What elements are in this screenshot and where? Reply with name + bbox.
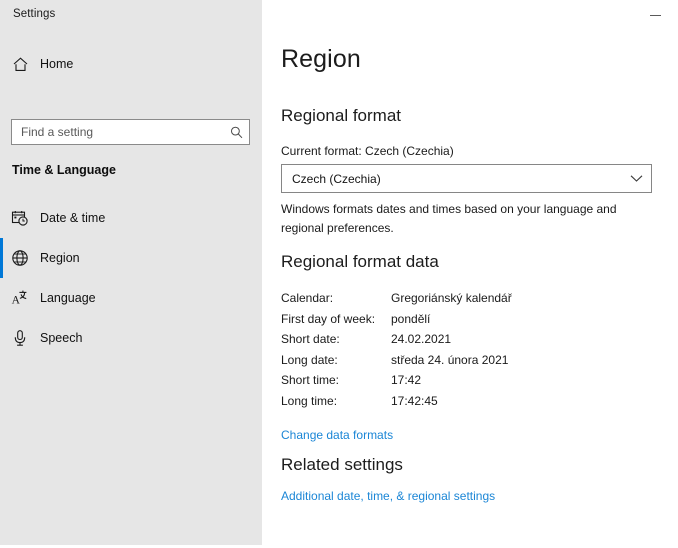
row-key: Short time: (281, 373, 340, 388)
table-row: Calendar: Gregoriánský kalendář (281, 288, 611, 309)
search-icon[interactable] (223, 125, 249, 140)
row-value: Gregoriánský kalendář (391, 291, 512, 306)
title-bar: Settings (0, 0, 678, 32)
chevron-down-icon (621, 174, 651, 183)
table-row: Long time: 17:42:45 (281, 391, 611, 412)
window-title: Settings (13, 8, 56, 20)
section-title-related-settings: Related settings (281, 455, 403, 474)
section-title-regional-format-data: Regional format data (281, 252, 439, 271)
settings-window: Settings Home Time & Language (0, 0, 678, 548)
section-title-regional-format: Regional format (281, 106, 402, 125)
regional-format-dropdown-value: Czech (Czechia) (292, 171, 381, 186)
sidebar-item-region[interactable]: Region (0, 238, 262, 278)
sidebar-item-region-label: Region (40, 251, 80, 265)
row-value: pondělí (391, 311, 431, 326)
sidebar-nav: Date & time Region A Language Speech (0, 198, 262, 358)
current-format-text: Current format: Czech (Czechia) (281, 144, 454, 158)
selection-accent-bar (0, 278, 3, 318)
change-data-formats-link[interactable]: Change data formats (281, 428, 393, 442)
table-row: First day of week: pondělí (281, 309, 611, 330)
sidebar-item-home[interactable]: Home (0, 47, 262, 81)
regional-format-dropdown[interactable]: Czech (Czechia) (281, 164, 652, 193)
page-title: Region (281, 45, 361, 73)
sidebar-item-date-time-label: Date & time (40, 211, 106, 225)
sidebar-item-speech-label: Speech (40, 331, 83, 345)
row-value: 17:42 (391, 373, 422, 388)
svg-text:A: A (12, 295, 21, 307)
sidebar-item-language-label: Language (40, 291, 96, 305)
row-key: Long time: (281, 393, 338, 408)
calendar-clock-icon (0, 209, 40, 227)
table-row: Long date: středa 24. února 2021 (281, 350, 611, 371)
sidebar-item-speech[interactable]: Speech (0, 318, 262, 358)
translate-icon: A (0, 289, 40, 307)
table-row: Short time: 17:42 (281, 370, 611, 391)
regional-format-data-table: Calendar: Gregoriánský kalendář First da… (281, 288, 611, 411)
row-key: First day of week: (281, 311, 376, 326)
minimize-icon (649, 15, 661, 16)
row-value: 17:42:45 (391, 393, 438, 408)
additional-date-time-regional-settings-link[interactable]: Additional date, time, & regional settin… (281, 489, 495, 503)
row-key: Short date: (281, 332, 340, 347)
sidebar-item-home-label: Home (40, 57, 74, 71)
table-row: Short date: 24.02.2021 (281, 329, 611, 350)
row-value: 24.02.2021 (391, 332, 452, 347)
selection-accent-bar (0, 198, 3, 238)
sidebar-item-date-time[interactable]: Date & time (0, 198, 262, 238)
row-key: Long date: (281, 352, 338, 367)
main-content: Region Regional format Current format: C… (262, 32, 678, 548)
sidebar-item-language[interactable]: A Language (0, 278, 262, 318)
search-input[interactable] (12, 120, 223, 144)
sidebar-group-header: Time & Language (12, 163, 116, 177)
title-bar-right-region (262, 0, 678, 32)
regional-format-description: Windows formats dates and times based on… (281, 202, 617, 235)
row-value: středa 24. února 2021 (391, 352, 509, 367)
search-box[interactable] (11, 119, 250, 145)
selection-accent-bar (0, 318, 3, 358)
sidebar: Home Time & Language (0, 32, 262, 545)
microphone-icon (0, 329, 40, 347)
home-icon (0, 56, 40, 73)
selection-accent-bar (0, 238, 3, 278)
minimize-button[interactable] (632, 0, 678, 30)
row-key: Calendar: (281, 291, 334, 306)
globe-icon (0, 249, 40, 267)
